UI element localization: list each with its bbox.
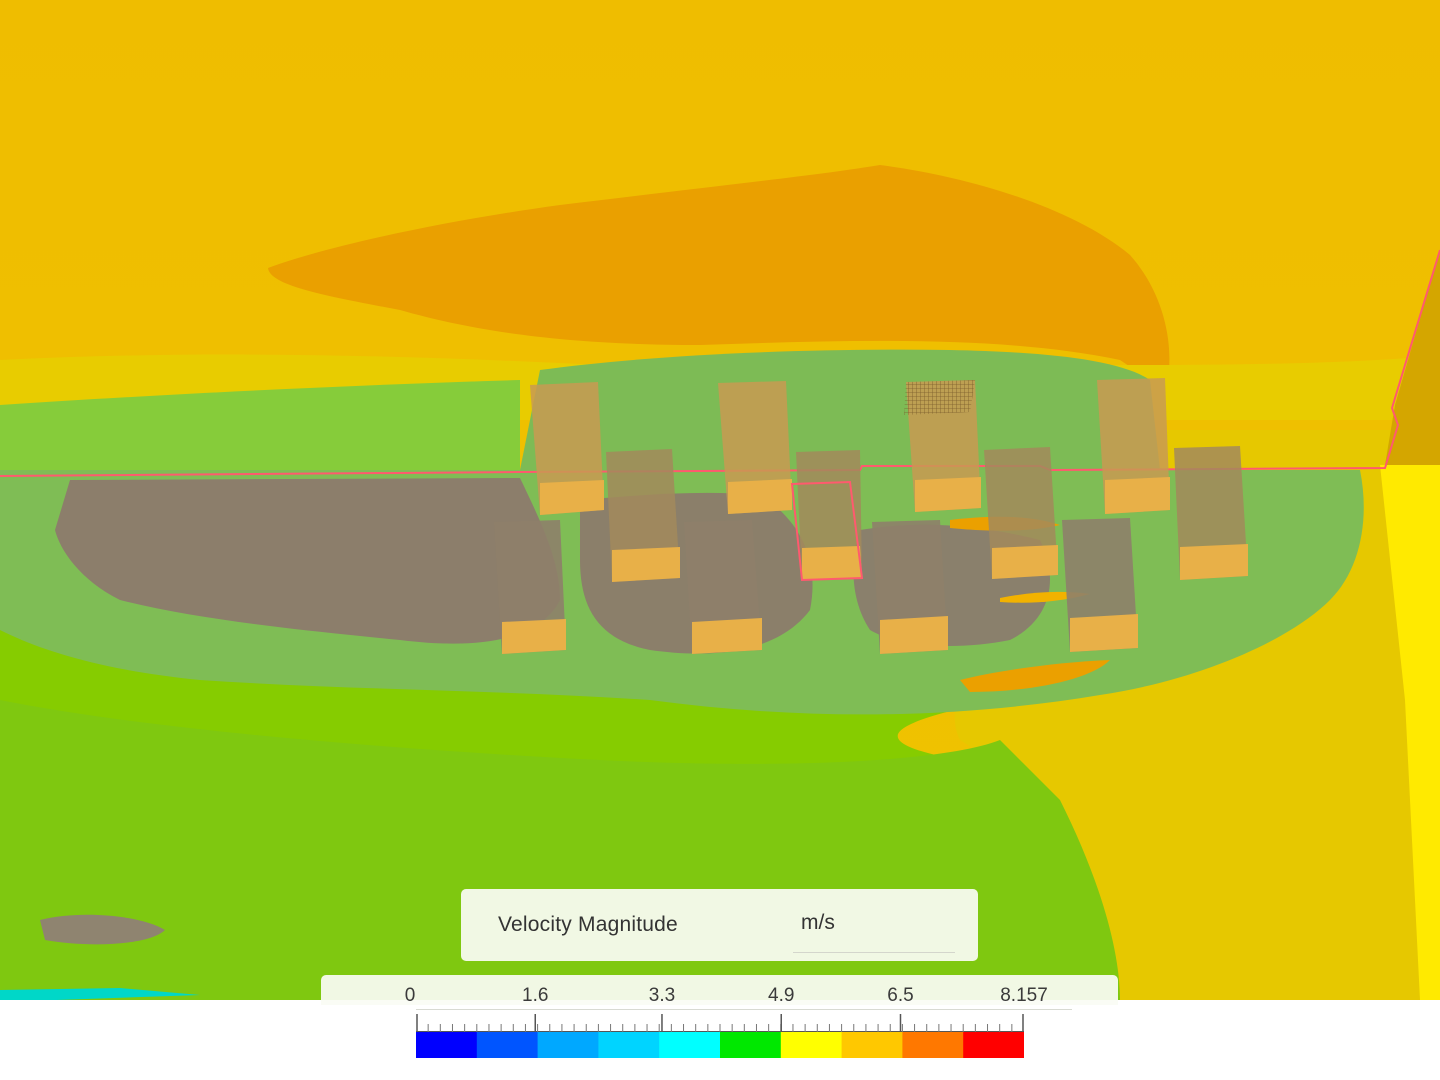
color-scale-segment (537, 1032, 599, 1058)
color-scale-segment (780, 1032, 843, 1058)
building-selected[interactable] (790, 450, 864, 582)
legend-unit-selector[interactable]: m/s (793, 911, 955, 953)
color-scale-segment (720, 1032, 782, 1058)
building[interactable] (494, 520, 566, 654)
tick-label: 3.3 (648, 985, 676, 1006)
simulation-viewport[interactable]: Velocity Magnitude m/s 0 1.6 3.3 4.9 6.5 8.15… (0, 0, 1440, 1080)
tick-label: 4.9 (768, 985, 795, 1006)
color-scale-segment (841, 1032, 903, 1058)
tick-label: 1.6 (522, 985, 549, 1006)
color-scale-segment (902, 1032, 964, 1058)
tick-label: 0 (404, 985, 416, 1006)
color-scale-segment (476, 1032, 539, 1058)
color-scale-segment (659, 1032, 721, 1058)
building[interactable] (1097, 378, 1170, 514)
building[interactable] (718, 381, 792, 514)
color-scale-segment (598, 1032, 660, 1058)
tick-label: 8.157 (1000, 985, 1048, 1006)
building[interactable] (1062, 518, 1138, 652)
legend-title: Velocity Magnitude (498, 913, 678, 936)
building[interactable] (684, 520, 762, 654)
building[interactable] (872, 520, 948, 654)
color-scale-bar[interactable] (416, 1014, 1024, 1058)
color-scale-segment (416, 1032, 478, 1058)
legend-title-panel[interactable]: Velocity Magnitude m/s (461, 889, 978, 961)
building[interactable] (984, 447, 1058, 579)
color-scale-segment (963, 1032, 1024, 1058)
building-meshed[interactable] (904, 380, 981, 512)
tick-label: 6.5 (887, 985, 914, 1006)
building[interactable] (606, 449, 680, 582)
building[interactable] (1174, 446, 1248, 580)
legend-scale-panel (321, 975, 1118, 1010)
building[interactable] (530, 382, 604, 515)
legend-max-underline (416, 1009, 1072, 1010)
